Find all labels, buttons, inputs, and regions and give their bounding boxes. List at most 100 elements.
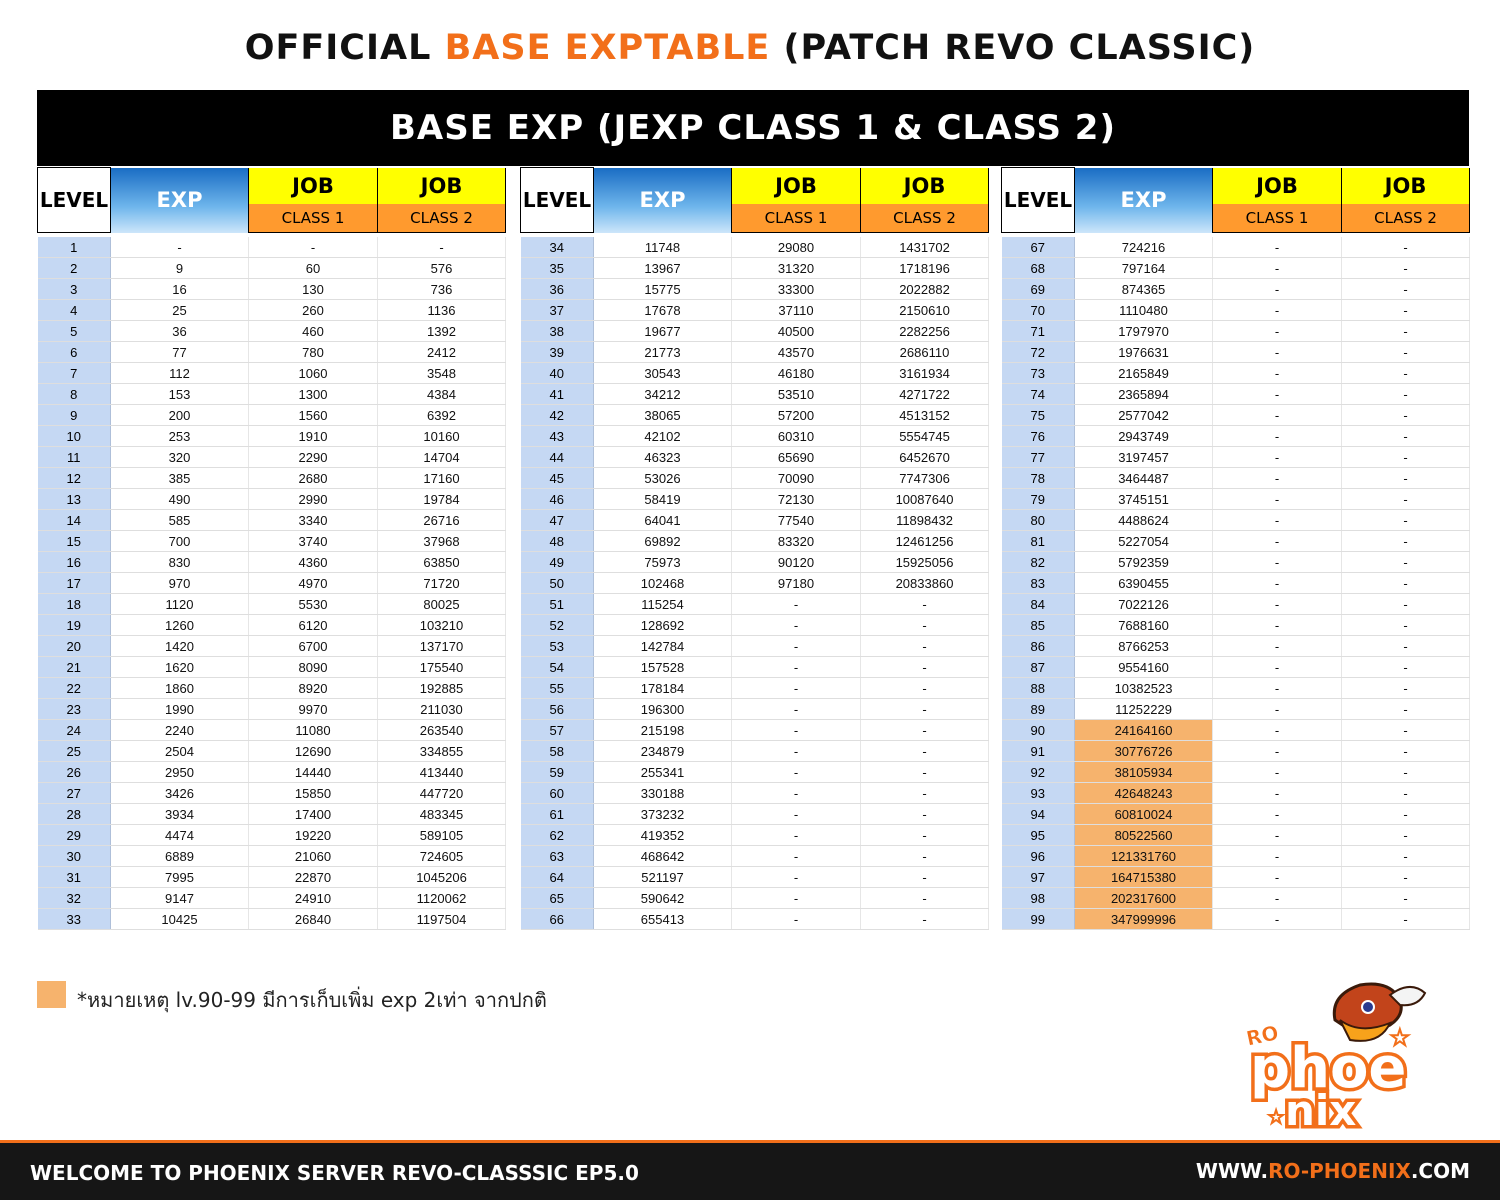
level-cell: 50 — [520, 572, 594, 594]
table-row: 58 234879- - — [520, 740, 989, 762]
exp-cell: 215198 — [593, 719, 732, 741]
job-class2-cell: 103210 — [377, 614, 506, 636]
table-row: 51 115254- - — [520, 593, 989, 615]
exp-cell: 830 — [110, 551, 249, 573]
job-class2-cell: - — [860, 782, 989, 804]
job-class2-cell: 4513152 — [860, 404, 989, 426]
exp-cell: 419352 — [593, 824, 732, 846]
job-class2-cell: 5554745 — [860, 425, 989, 447]
exp-cell: 2365894 — [1074, 383, 1213, 405]
exp-cell: 373232 — [593, 803, 732, 825]
job-class1-cell: - — [1212, 509, 1342, 531]
table-row: 55 178184- - — [520, 677, 989, 699]
job-class2-cell: - — [1341, 908, 1470, 930]
table-row: 83 6390455- - — [1001, 572, 1470, 594]
job-class1-cell: 19220 — [248, 824, 378, 846]
exp-cell: 60810024 — [1074, 803, 1213, 825]
header-exp: EXP — [110, 167, 249, 233]
exp-cell: 16 — [110, 278, 249, 300]
table-row: 19 1260 6120 103210 — [37, 614, 506, 636]
job-class1-cell: - — [731, 719, 861, 741]
exp-cell: 30776726 — [1074, 740, 1213, 762]
job-class1-cell: - — [1212, 656, 1342, 678]
level-cell: 71 — [1001, 320, 1075, 342]
job-class2-cell: 3161934 — [860, 362, 989, 384]
exp-cell: 385 — [110, 467, 249, 489]
exp-cell: 153 — [110, 383, 249, 405]
table-row: 40 30543 46180 3161934 — [520, 362, 989, 384]
job-class2-cell: - — [1341, 446, 1470, 468]
level-cell: 31 — [37, 866, 111, 888]
job-class2-cell: 4271722 — [860, 383, 989, 405]
table-row: 41 34212 53510 4271722 — [520, 383, 989, 405]
table-row: 80 4488624- - — [1001, 509, 1470, 531]
footer-url-highlight: RO-PHOENIX — [1268, 1159, 1411, 1183]
exp-cell: 9 — [110, 257, 249, 279]
table-row: 29 4474 19220 589105 — [37, 824, 506, 846]
job-class1-cell: 8090 — [248, 656, 378, 678]
level-cell: 78 — [1001, 467, 1075, 489]
job-class2-cell: - — [1341, 383, 1470, 405]
level-cell: 19 — [37, 614, 111, 636]
exp-cell: 7995 — [110, 866, 249, 888]
job-class2-cell: 17160 — [377, 467, 506, 489]
table-row: 56 196300- - — [520, 698, 989, 720]
level-cell: 92 — [1001, 761, 1075, 783]
table-row: 86 8766253- - — [1001, 635, 1470, 657]
job-class2-cell: 1718196 — [860, 257, 989, 279]
job-class1-cell: 3740 — [248, 530, 378, 552]
job-class1-cell: 33300 — [731, 278, 861, 300]
level-cell: 21 — [37, 656, 111, 678]
exp-cell: 42102 — [593, 425, 732, 447]
table-row: 50 102468 97180 20833860 — [520, 572, 989, 594]
job-class2-cell: 137170 — [377, 635, 506, 657]
table-row: 92 38105934- - — [1001, 761, 1470, 783]
exp-cell: 13967 — [593, 257, 732, 279]
job-class2-cell: - — [860, 656, 989, 678]
level-cell: 63 — [520, 845, 594, 867]
job-class1-cell: 77540 — [731, 509, 861, 531]
exp-cell: 490 — [110, 488, 249, 510]
level-cell: 28 — [37, 803, 111, 825]
job-class1-cell: 21060 — [248, 845, 378, 867]
exp-cell: 64041 — [593, 509, 732, 531]
job-class1-cell: - — [248, 237, 378, 258]
job-class1-cell: 97180 — [731, 572, 861, 594]
job-class1-cell: 17400 — [248, 803, 378, 825]
legend-note: *หมายเหตุ lv.90-99 มีการเก็บเพิ่ม exp 2เ… — [77, 988, 547, 1012]
job-class1-cell: 70090 — [731, 467, 861, 489]
job-class2-cell: 1045206 — [377, 866, 506, 888]
exp-cell: 112 — [110, 362, 249, 384]
exp-cell: 15775 — [593, 278, 732, 300]
job-class2-cell: 483345 — [377, 803, 506, 825]
table-row: 99 347999996- - — [1001, 908, 1470, 930]
table-row: 62 419352- - — [520, 824, 989, 846]
job-class1-cell: 5530 — [248, 593, 378, 615]
job-class1-cell: - — [731, 782, 861, 804]
exp-cell: 234879 — [593, 740, 732, 762]
job-class2-cell: - — [860, 866, 989, 888]
job-class1-cell: - — [1212, 488, 1342, 510]
level-cell: 24 — [37, 719, 111, 741]
exp-cell: 330188 — [593, 782, 732, 804]
job-class2-cell: 724605 — [377, 845, 506, 867]
job-class2-cell: 2022882 — [860, 278, 989, 300]
job-class1-cell: - — [1212, 551, 1342, 573]
footer-url[interactable]: WWW.RO-PHOENIX.COM — [1196, 1159, 1470, 1183]
header-job-class2: JOB — [860, 167, 989, 205]
table-row: 61 373232- - — [520, 803, 989, 825]
level-cell: 1 — [37, 237, 111, 258]
exp-cell: 2943749 — [1074, 425, 1213, 447]
level-cell: 43 — [520, 425, 594, 447]
level-cell: 39 — [520, 341, 594, 363]
exp-cell: 9554160 — [1074, 656, 1213, 678]
header-class1: CLASS 1 — [1212, 204, 1342, 234]
exp-cell: 69892 — [593, 530, 732, 552]
legend-swatch — [37, 981, 66, 1008]
level-cell: 61 — [520, 803, 594, 825]
table-row: 43 42102 60310 5554745 — [520, 425, 989, 447]
level-cell: 12 — [37, 467, 111, 489]
level-cell: 23 — [37, 698, 111, 720]
level-cell: 6 — [37, 341, 111, 363]
job-class1-cell: 90120 — [731, 551, 861, 573]
